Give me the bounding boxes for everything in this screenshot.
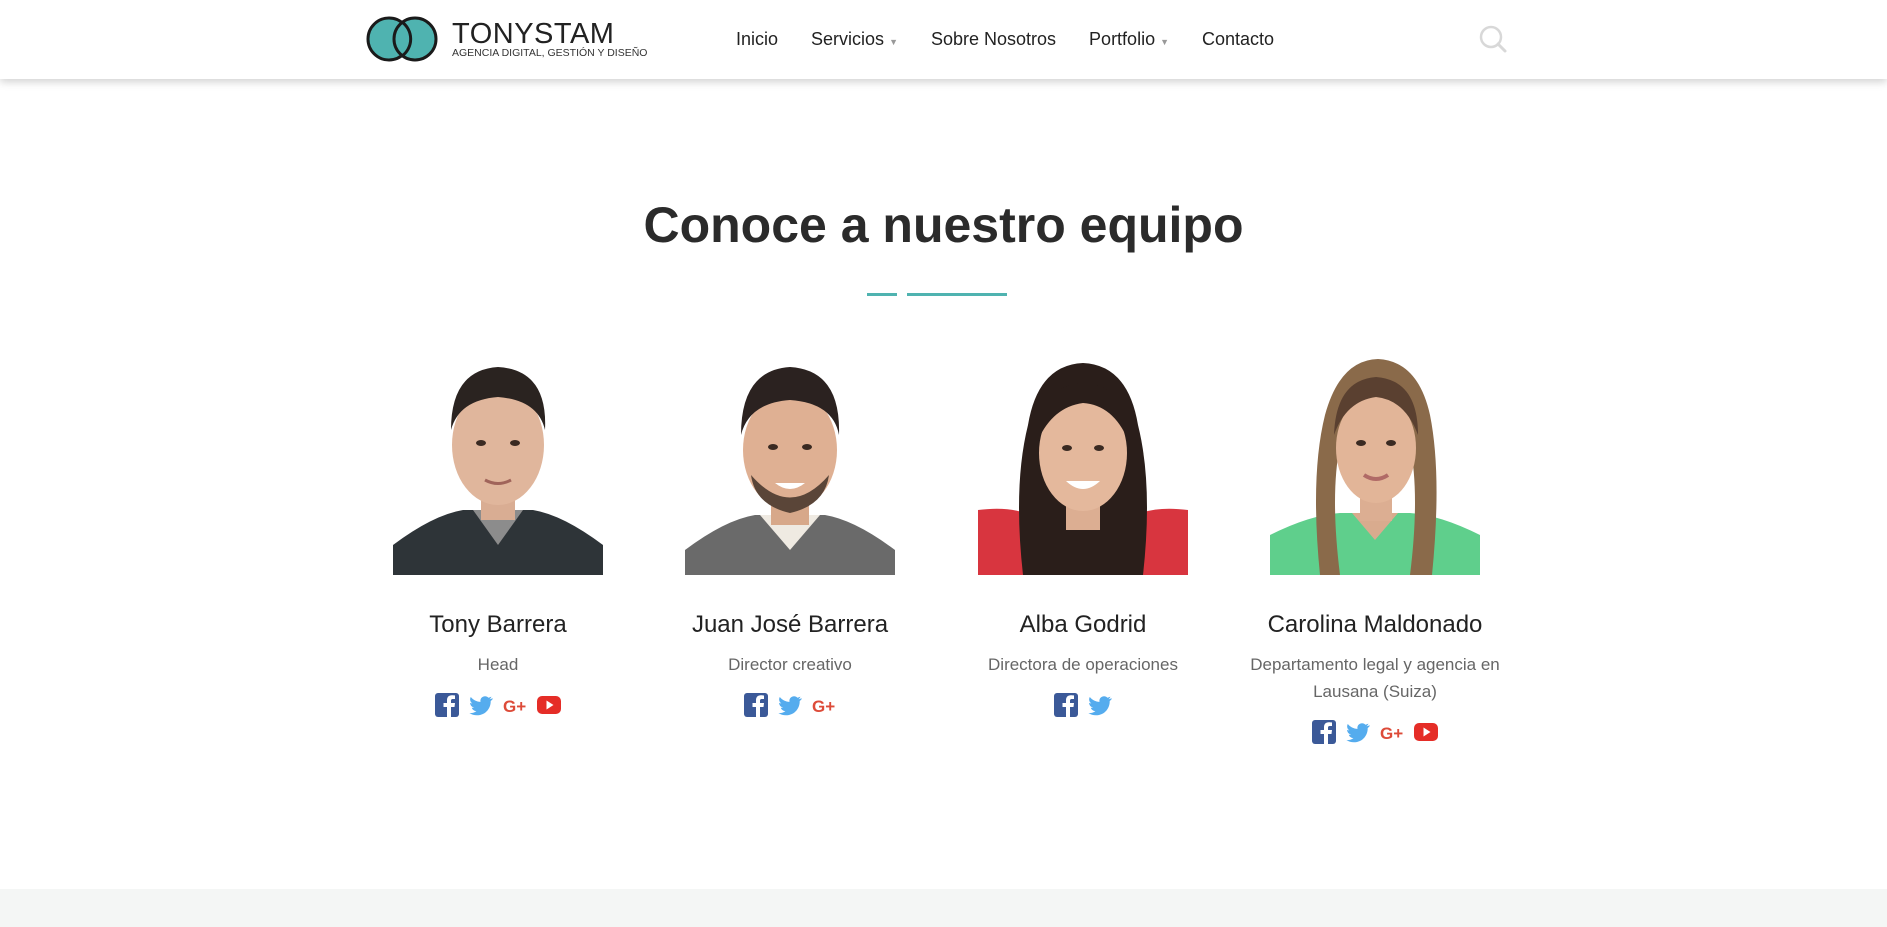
google-plus-icon[interactable]: G+ xyxy=(502,692,528,718)
nav-label: Contacto xyxy=(1202,29,1275,49)
twitter-icon[interactable] xyxy=(1087,692,1113,718)
chevron-down-icon: ▼ xyxy=(889,36,898,47)
social-links: G+ xyxy=(640,692,940,718)
member-photo xyxy=(393,345,603,575)
youtube-icon[interactable] xyxy=(536,692,562,718)
member-role: Director creativo xyxy=(728,655,852,674)
google-plus-icon[interactable]: G+ xyxy=(1379,719,1405,745)
member-role: Head xyxy=(477,655,519,674)
nav-label: Portfolio xyxy=(1089,29,1156,49)
brand-logo[interactable]: TONYSTAM AGENCIA DIGITAL, GESTIÓN Y DISE… xyxy=(366,16,648,64)
member-name: Tony Barrera xyxy=(429,611,567,638)
facebook-icon[interactable] xyxy=(1053,692,1079,718)
social-links: G+ xyxy=(1225,719,1525,745)
team-member-card: Juan José Barrera Director creativo G+ xyxy=(640,345,940,718)
member-role: Departamento legal y agencia en Lausana … xyxy=(1250,655,1500,701)
main-nav: Inicio Servicios ▼ Sobre Nosotros Portfo… xyxy=(736,0,1307,79)
facebook-icon[interactable] xyxy=(434,692,460,718)
nav-label: Servicios xyxy=(811,29,885,49)
svg-text:G+: G+ xyxy=(1380,724,1403,743)
team-member-card: Alba Godrid Directora de operaciones xyxy=(933,345,1233,718)
member-name: Carolina Maldonado xyxy=(1267,611,1483,638)
nav-item-inicio[interactable]: Inicio xyxy=(736,29,778,50)
chevron-down-icon: ▼ xyxy=(1160,36,1170,47)
search-icon xyxy=(1479,25,1507,53)
social-links xyxy=(933,692,1233,718)
team-member-card: Tony Barrera Head G+ xyxy=(348,345,648,718)
brand-tagline: AGENCIA DIGITAL, GESTIÓN Y DISEÑO xyxy=(452,47,648,59)
nav-item-servicios[interactable]: Servicios ▼ xyxy=(811,29,898,50)
nav-label: Inicio xyxy=(736,29,779,49)
member-role: Directora de operaciones xyxy=(988,655,1178,674)
nav-item-portfolio[interactable]: Portfolio ▼ xyxy=(1089,29,1169,50)
twitter-icon[interactable] xyxy=(1345,719,1371,745)
youtube-icon[interactable] xyxy=(1413,719,1439,745)
social-links: G+ xyxy=(348,692,648,718)
title-divider-long xyxy=(907,293,1007,296)
member-name: Juan José Barrera xyxy=(691,611,889,638)
member-photo xyxy=(978,345,1188,575)
svg-text:G+: G+ xyxy=(503,697,526,716)
twitter-icon[interactable] xyxy=(777,692,803,718)
nav-item-contacto[interactable]: Contacto xyxy=(1202,29,1274,50)
google-plus-icon[interactable]: G+ xyxy=(811,692,837,718)
facebook-icon[interactable] xyxy=(1311,719,1337,745)
member-photo xyxy=(685,345,895,575)
facebook-icon[interactable] xyxy=(743,692,769,718)
member-photo xyxy=(1270,345,1480,575)
team-member-card: Carolina Maldonado Departamento legal y … xyxy=(1225,345,1525,745)
nav-label: Sobre Nosotros xyxy=(930,29,1057,49)
nav-item-sobre-nosotros[interactable]: Sobre Nosotros xyxy=(931,29,1056,50)
footer-section-top xyxy=(0,889,1887,927)
member-name: Alba Godrid xyxy=(1019,611,1147,638)
logo-rings-icon xyxy=(366,16,438,62)
twitter-icon[interactable] xyxy=(468,692,494,718)
title-divider-short xyxy=(867,293,897,296)
svg-text:G+: G+ xyxy=(812,697,835,716)
section-title: Conoce a nuestro equipo xyxy=(643,197,1244,253)
site-header: TONYSTAM AGENCIA DIGITAL, GESTIÓN Y DISE… xyxy=(0,0,1887,79)
search-button[interactable] xyxy=(1478,24,1508,54)
